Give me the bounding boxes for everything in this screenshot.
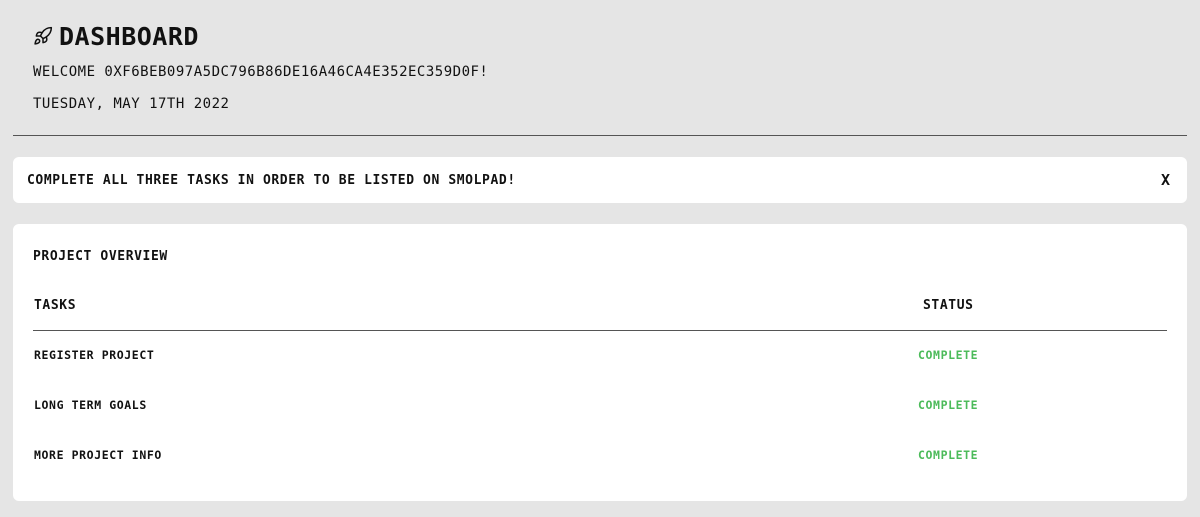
close-icon[interactable]: X (1161, 171, 1173, 189)
status-badge: COMPLETE (918, 348, 979, 362)
notice-text: COMPLETE ALL THREE TASKS IN ORDER TO BE … (27, 172, 516, 188)
page-header: DASHBOARD (33, 18, 199, 54)
column-header-tasks: TASKS (34, 298, 77, 313)
rocket-icon (33, 26, 53, 46)
table-row: MORE PROJECT INFO COMPLETE (33, 431, 1167, 481)
status-badge: COMPLETE (918, 398, 979, 412)
tasks-table: TASKS STATUS REGISTER PROJECT COMPLETE L… (33, 298, 1167, 481)
table-row: REGISTER PROJECT COMPLETE (33, 331, 1167, 381)
task-long-term-goals[interactable]: LONG TERM GOALS (34, 398, 147, 412)
column-header-status: STATUS (923, 298, 974, 313)
title-row: DASHBOARD (33, 18, 199, 54)
current-date: TUESDAY, MAY 17TH 2022 (33, 96, 230, 112)
project-overview-panel: PROJECT OVERVIEW TASKS STATUS REGISTER P… (13, 224, 1187, 501)
task-register-project[interactable]: REGISTER PROJECT (34, 348, 154, 362)
header-divider (13, 135, 1187, 136)
page-title: DASHBOARD (59, 21, 199, 51)
panel-title: PROJECT OVERVIEW (33, 249, 168, 264)
task-more-project-info[interactable]: MORE PROJECT INFO (34, 448, 162, 462)
notice-banner: COMPLETE ALL THREE TASKS IN ORDER TO BE … (13, 157, 1187, 203)
status-badge: COMPLETE (918, 448, 979, 462)
table-header: TASKS STATUS (33, 298, 1167, 331)
table-row: LONG TERM GOALS COMPLETE (33, 381, 1167, 431)
welcome-message: WELCOME 0XF6BEB097A5DC796B86DE16A46CA4E3… (33, 64, 489, 80)
